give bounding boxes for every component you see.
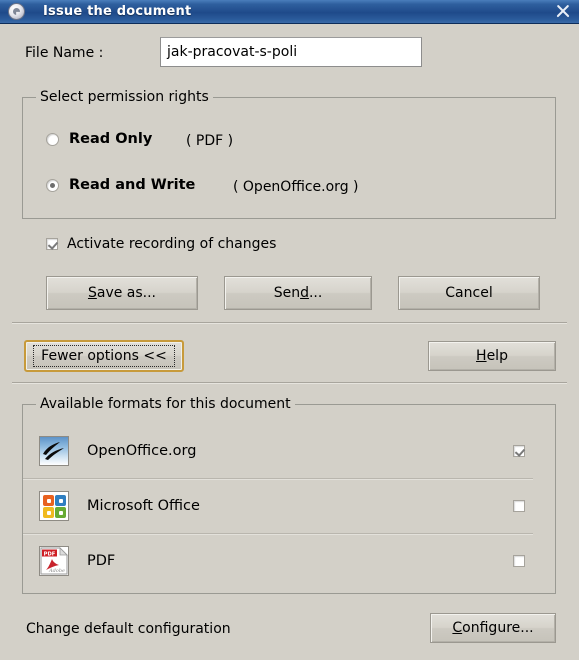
send-label-pre: Sen	[273, 285, 301, 301]
titlebar[interactable]: Issue the document	[0, 0, 579, 24]
radio-read-write-note: ( OpenOffice.org )	[233, 179, 359, 195]
permission-rights-legend: Select permission rights	[36, 89, 213, 105]
list-item[interactable]: Microsoft Office	[23, 479, 533, 534]
svg-text:Adobe: Adobe	[48, 568, 65, 574]
available-formats-legend: Available formats for this document	[36, 396, 295, 412]
configure-accel: C	[452, 620, 463, 636]
format-checkbox-pdf[interactable]	[513, 555, 525, 567]
close-button[interactable]	[545, 0, 579, 24]
send-accel: d	[300, 285, 309, 301]
format-checkbox-openoffice[interactable]	[513, 445, 525, 457]
fewer-options-label: Fewer options <<	[33, 344, 175, 368]
pdf-icon: PDF Adobe	[39, 546, 69, 576]
file-name-input[interactable]: jak-pracovat-s-poli	[160, 37, 422, 67]
radio-read-write-indicator[interactable]	[46, 178, 59, 192]
send-label-post: ...	[308, 285, 323, 301]
file-name-label: File Name :	[25, 45, 104, 61]
cancel-button[interactable]: Cancel	[398, 276, 540, 310]
list-item[interactable]: OpenOffice.org	[23, 424, 533, 479]
format-checkbox-microsoft-office[interactable]	[513, 500, 525, 512]
save-as-accel: S	[87, 285, 97, 301]
radio-read-write[interactable]: Read and Write	[46, 177, 195, 193]
format-name: OpenOffice.org	[87, 443, 197, 459]
issue-document-dialog: Issue the document File Name : jak-praco…	[0, 0, 579, 660]
clock-icon	[8, 3, 25, 20]
save-as-button[interactable]: Save as...	[46, 276, 198, 310]
change-default-configuration-label: Change default configuration	[26, 621, 231, 637]
fewer-options-button[interactable]: Fewer options <<	[24, 340, 184, 372]
format-name: Microsoft Office	[87, 498, 200, 514]
activate-recording-checkbox[interactable]	[46, 238, 58, 250]
help-button[interactable]: Help	[428, 341, 556, 371]
activate-recording-row[interactable]: Activate recording of changes	[46, 236, 276, 252]
help-label: elp	[486, 348, 508, 364]
configure-label: onfigure...	[462, 620, 534, 636]
ms-hole-4	[58, 510, 63, 515]
permission-rights-group: Select permission rights Read Only ( PDF…	[22, 89, 556, 219]
formats-list: OpenOffice.org Microsoft Office PDF Adob…	[23, 424, 533, 588]
svg-text:PDF: PDF	[44, 551, 56, 557]
radio-read-only-indicator[interactable]	[46, 132, 59, 146]
format-name: PDF	[87, 553, 116, 569]
close-icon	[555, 4, 570, 19]
ms-hole-1	[46, 498, 51, 503]
radio-read-write-label: Read and Write	[69, 177, 196, 193]
openoffice-icon	[39, 436, 69, 466]
radio-read-only[interactable]: Read Only	[46, 131, 152, 147]
ms-hole-3	[46, 510, 51, 515]
ms-hole-2	[58, 498, 63, 503]
list-item[interactable]: PDF Adobe PDF	[23, 534, 533, 588]
configure-button[interactable]: Configure...	[430, 613, 556, 643]
help-accel: H	[476, 348, 487, 364]
separator-top	[12, 322, 567, 324]
send-button[interactable]: Sen d...	[224, 276, 372, 310]
microsoft-office-icon	[39, 491, 69, 521]
titlebar-pad	[0, 11, 8, 12]
activate-recording-label: Activate recording of changes	[67, 236, 277, 252]
radio-read-only-note: ( PDF )	[186, 133, 234, 149]
radio-read-only-label: Read Only	[69, 131, 153, 147]
window-title: Issue the document	[43, 4, 192, 19]
separator-bottom	[12, 382, 567, 384]
save-as-label: ave as...	[96, 285, 157, 301]
